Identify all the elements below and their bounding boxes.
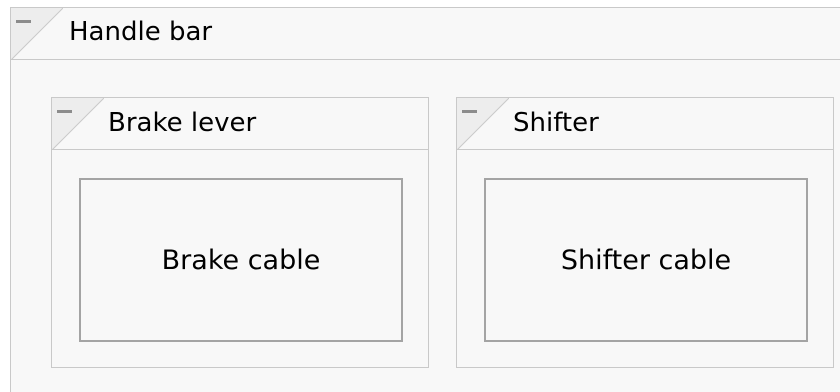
group-title: Brake lever (108, 108, 257, 138)
node-brake-cable[interactable]: Brake cable (79, 178, 403, 342)
node-shifter-cable[interactable]: Shifter cable (484, 178, 808, 342)
group-header: Brake lever (52, 98, 428, 150)
collapse-icon[interactable] (11, 8, 63, 60)
group-brake-lever: Brake lever Brake cable (51, 97, 429, 368)
group-title: Shifter (513, 108, 599, 138)
node-label: Shifter cable (560, 244, 732, 276)
group-handle-bar: Handle bar Brake lever Brake cable Shift… (10, 7, 840, 392)
node-label: Brake cable (161, 244, 321, 276)
group-header: Handle bar (11, 8, 840, 60)
collapse-icon[interactable] (457, 98, 509, 150)
collapse-icon[interactable] (52, 98, 104, 150)
group-header: Shifter (457, 98, 833, 150)
group-title: Handle bar (69, 17, 213, 47)
group-shifter: Shifter Shifter cable (456, 97, 834, 368)
